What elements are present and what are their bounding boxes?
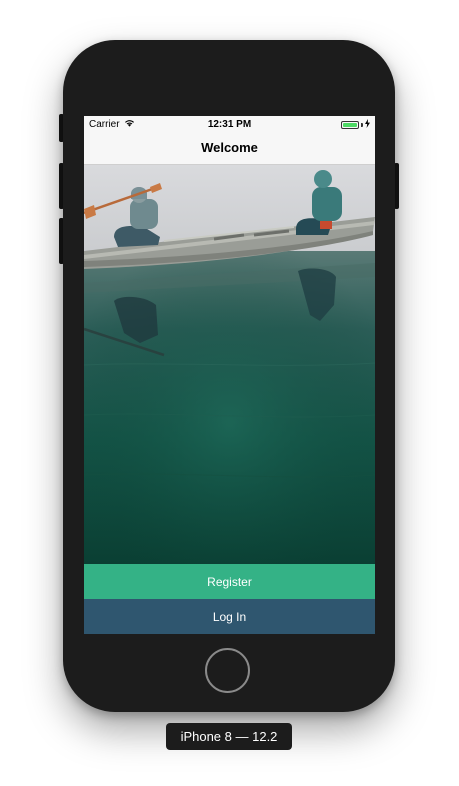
page-title: Welcome bbox=[201, 140, 258, 155]
status-bar: Carrier 12:31 PM bbox=[84, 116, 375, 134]
bolt-icon bbox=[365, 119, 370, 131]
battery-icon bbox=[341, 121, 359, 129]
app-screen: Carrier 12:31 PM Welcome Register Log In bbox=[84, 116, 375, 634]
simulator-page: Carrier 12:31 PM Welcome Register Log In… bbox=[0, 0, 459, 786]
login-button[interactable]: Log In bbox=[84, 599, 375, 634]
navigation-bar: Welcome bbox=[84, 134, 375, 165]
battery-tip bbox=[361, 123, 363, 127]
register-button[interactable]: Register bbox=[84, 564, 375, 599]
home-button[interactable] bbox=[205, 648, 250, 693]
battery-group bbox=[341, 119, 370, 131]
device-label: iPhone 8 — 12.2 bbox=[166, 723, 292, 750]
hero-image bbox=[84, 165, 375, 564]
battery-level bbox=[343, 123, 357, 127]
status-time: 12:31 PM bbox=[207, 119, 252, 130]
